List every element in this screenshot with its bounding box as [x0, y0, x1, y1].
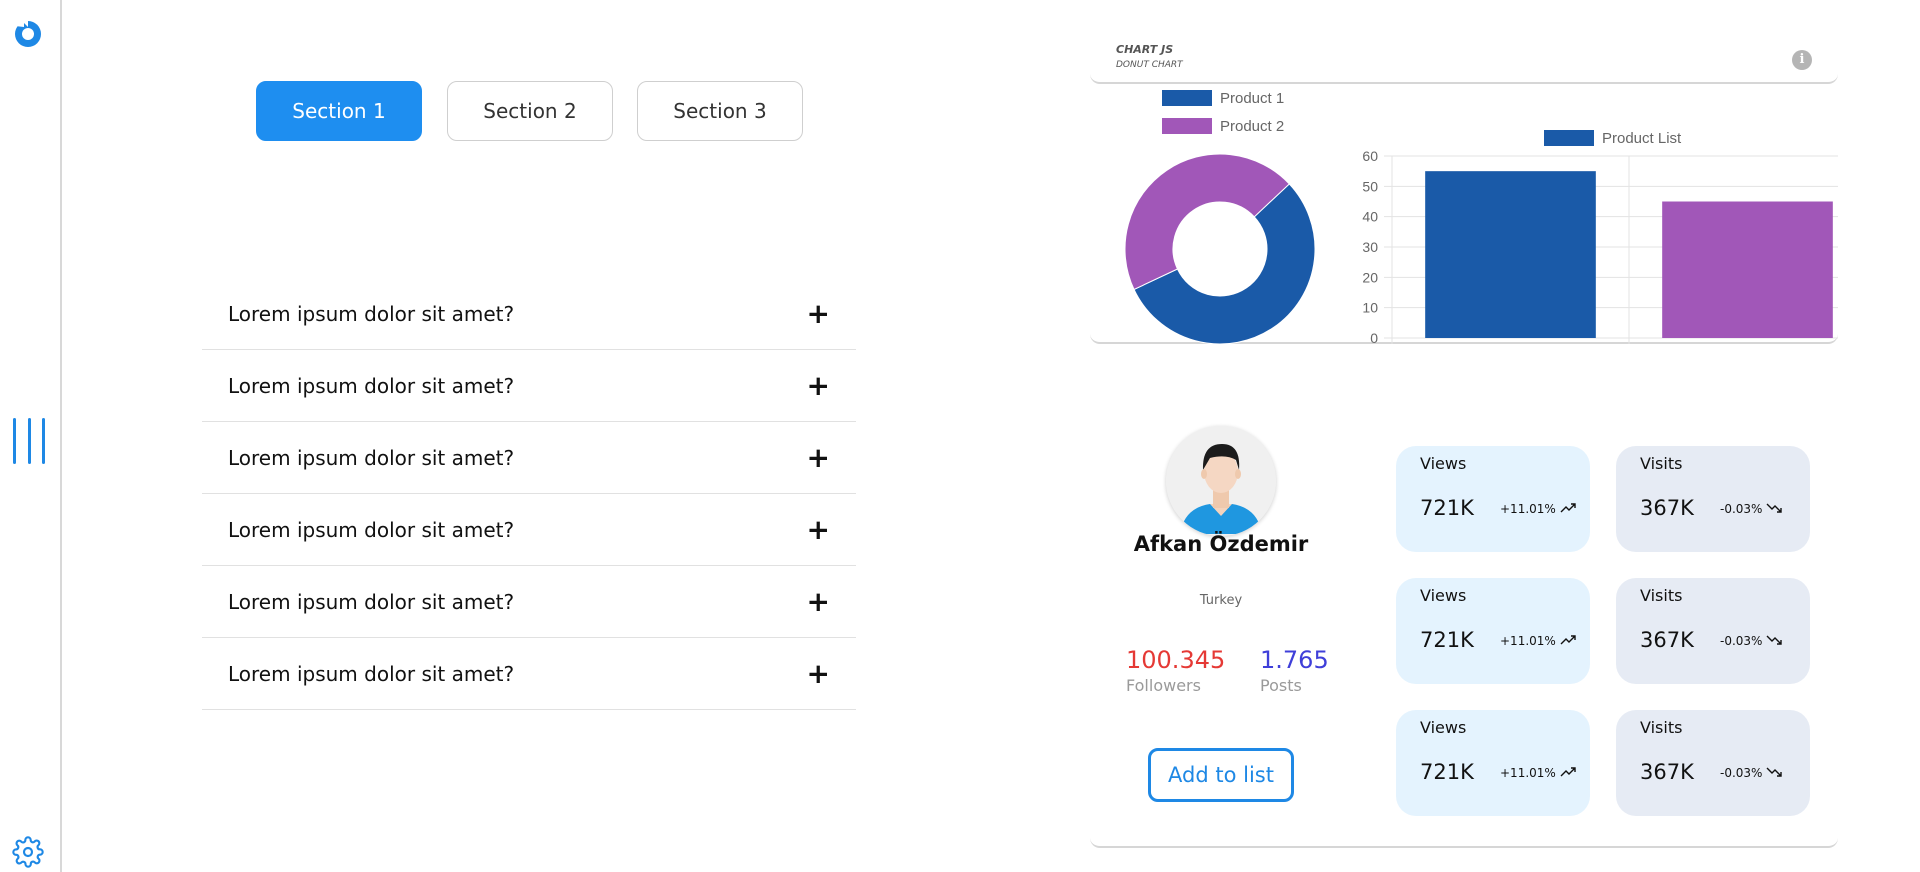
chart-card: CHART JS DONUT CHART i Product 1 Product …: [1090, 30, 1838, 344]
bar-legend-label: Product List: [1602, 130, 1682, 147]
trend-down-icon: [1766, 503, 1782, 513]
faq-item[interactable]: Lorem ipsum dolor sit amet? +: [202, 350, 856, 422]
metric-value: 721K: [1420, 496, 1474, 520]
y-tick-label: 20: [1362, 269, 1378, 285]
plus-icon[interactable]: +: [807, 299, 830, 328]
tab-section-1[interactable]: Section 1: [256, 81, 422, 141]
bar: [1425, 171, 1596, 338]
metric-value: 367K: [1640, 760, 1694, 784]
faq-accordion: Lorem ipsum dolor sit amet? + Lorem ipsu…: [202, 278, 856, 710]
metric-title: Visits: [1640, 454, 1683, 473]
metric-value: 367K: [1640, 496, 1694, 520]
metric-value: 721K: [1420, 628, 1474, 652]
bar-legend-swatch: [1544, 130, 1594, 146]
profile-country: Turkey: [1199, 593, 1243, 608]
faq-item[interactable]: Lorem ipsum dolor sit amet? +: [202, 638, 856, 710]
tab-section-3[interactable]: Section 3: [637, 81, 803, 141]
faq-question: Lorem ipsum dolor sit amet?: [228, 373, 515, 398]
faq-question: Lorem ipsum dolor sit amet?: [228, 517, 515, 542]
donut-legend-label: Product 2: [1220, 118, 1284, 135]
views-card: Views 721K +11.01%: [1396, 446, 1590, 552]
profile-card: Afkan Özdemir Turkey 100.345 Followers 1…: [1090, 380, 1838, 848]
metric-change: +11.01%: [1500, 766, 1576, 780]
metric-change: -0.03%: [1720, 502, 1782, 516]
followers-count: 100.345: [1126, 646, 1226, 674]
metric-change: +11.01%: [1500, 634, 1576, 648]
bar: [1662, 201, 1833, 338]
faq-question: Lorem ipsum dolor sit amet?: [228, 301, 515, 326]
y-tick-label: 60: [1362, 148, 1378, 164]
plus-icon[interactable]: +: [807, 443, 830, 472]
menu-bars-icon[interactable]: [13, 418, 45, 464]
gear-icon[interactable]: [12, 836, 44, 868]
metric-change: +11.01%: [1500, 502, 1576, 516]
faq-item[interactable]: Lorem ipsum dolor sit amet? +: [202, 494, 856, 566]
metric-change: -0.03%: [1720, 766, 1782, 780]
plus-icon[interactable]: +: [807, 371, 830, 400]
chart-card-subtitle: DONUT CHART: [1116, 60, 1183, 70]
donut-legend-swatch: [1162, 90, 1212, 106]
trend-down-icon: [1766, 635, 1782, 645]
metric-title: Visits: [1640, 718, 1683, 737]
metric-title: Visits: [1640, 586, 1683, 605]
y-tick-label: 50: [1362, 178, 1378, 194]
metric-value: 721K: [1420, 760, 1474, 784]
avatar-illustration: [1166, 426, 1276, 536]
metric-title: Views: [1420, 718, 1467, 737]
add-to-list-button[interactable]: Add to list: [1148, 748, 1294, 802]
y-tick-label: 30: [1362, 239, 1378, 255]
metric-title: Views: [1420, 586, 1467, 605]
faq-question: Lorem ipsum dolor sit amet?: [228, 589, 515, 614]
visits-card: Visits 367K -0.03%: [1616, 578, 1810, 684]
metric-change: -0.03%: [1720, 634, 1782, 648]
y-tick-label: 40: [1362, 209, 1378, 225]
followers-label: Followers: [1126, 676, 1201, 695]
trend-up-icon: [1560, 767, 1576, 777]
y-tick-label: 0: [1370, 330, 1378, 344]
posts-count: 1.765: [1260, 646, 1329, 674]
trend-up-icon: [1560, 635, 1576, 645]
views-card: Views 721K +11.01%: [1396, 578, 1590, 684]
posts-label: Posts: [1260, 676, 1302, 695]
plus-icon[interactable]: +: [807, 587, 830, 616]
plus-icon[interactable]: +: [807, 515, 830, 544]
visits-card: Visits 367K -0.03%: [1616, 710, 1810, 816]
views-card: Views 721K +11.01%: [1396, 710, 1590, 816]
faq-item[interactable]: Lorem ipsum dolor sit amet? +: [202, 278, 856, 350]
chart-card-title: CHART JS: [1116, 43, 1174, 56]
donut-legend-label: Product 1: [1220, 90, 1284, 107]
donut-legend-swatch: [1162, 118, 1212, 134]
faq-item[interactable]: Lorem ipsum dolor sit amet? +: [202, 422, 856, 494]
tab-section-2[interactable]: Section 2: [447, 81, 613, 141]
faq-question: Lorem ipsum dolor sit amet?: [228, 445, 515, 470]
trend-down-icon: [1766, 767, 1782, 777]
profile-name: Afkan Özdemir: [1133, 532, 1309, 556]
faq-item[interactable]: Lorem ipsum dolor sit amet? +: [202, 566, 856, 638]
logo-icon[interactable]: [11, 16, 45, 50]
sidebar: [0, 0, 62, 872]
metric-title: Views: [1420, 454, 1467, 473]
trend-up-icon: [1560, 503, 1576, 513]
visits-card: Visits 367K -0.03%: [1616, 446, 1810, 552]
y-tick-label: 10: [1362, 300, 1378, 316]
faq-question: Lorem ipsum dolor sit amet?: [228, 661, 515, 686]
avatar: [1166, 426, 1276, 536]
info-icon[interactable]: i: [1792, 50, 1812, 70]
chart-card-header: CHART JS DONUT CHART i: [1090, 30, 1838, 84]
charts-area: Product 1 Product 2 Product List 0 10 20 30 40 5…: [1124, 90, 1838, 344]
metric-value: 367K: [1640, 628, 1694, 652]
plus-icon[interactable]: +: [807, 659, 830, 688]
